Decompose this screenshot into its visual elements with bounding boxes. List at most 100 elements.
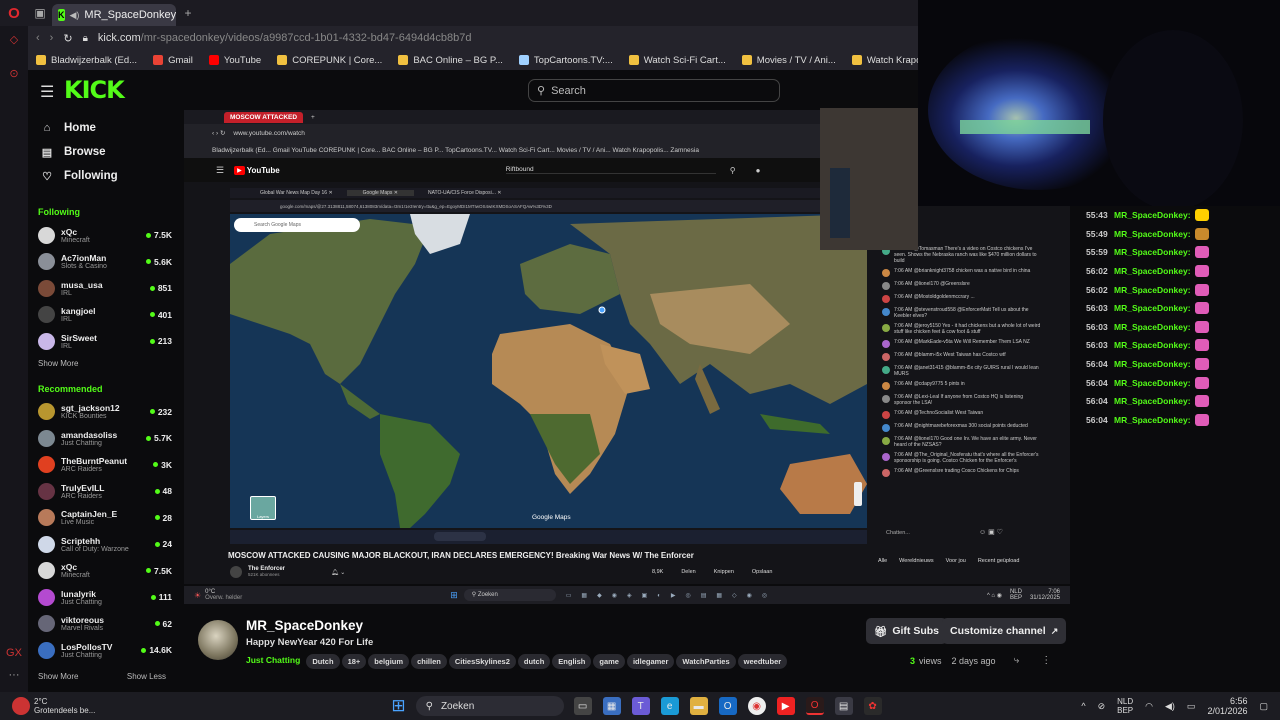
sidebar-channel[interactable]: xQc Minecraft 7.5K (28, 222, 184, 249)
browser-tab-active[interactable]: K ◀) MR_SpaceDonkey - W ✕ (52, 4, 176, 26)
chat-username[interactable]: MR_SpaceDonkey: (1114, 322, 1191, 332)
chat-username[interactable]: MR_SpaceDonkey: (1114, 229, 1191, 239)
chat-username[interactable]: MR_SpaceDonkey: (1114, 359, 1191, 369)
tag-chip[interactable]: dutch (517, 654, 551, 669)
bookmark-item[interactable]: Watch Sci-Fi Cart... (628, 55, 726, 66)
file-explorer-icon[interactable]: ▬ (689, 697, 708, 715)
sidebar-nav-browse[interactable]: ▤ Browse (28, 140, 184, 164)
more-options-icon[interactable]: ⋮ (1041, 655, 1051, 666)
lang-code[interactable]: NLD (1117, 697, 1133, 706)
settings-app-icon[interactable]: ✿ (863, 697, 882, 715)
sidebar-channel[interactable]: TheBurntPeanut ARC Raiders 3K (28, 452, 184, 479)
clock-date[interactable]: 2/01/2026 (1207, 706, 1247, 716)
bookmark-item[interactable]: BAC Online – BG P... (398, 55, 503, 66)
bookmark-item[interactable]: Bladwijzerbalk (Ed... (36, 55, 137, 66)
tag-chip[interactable]: CitiesSkylines2 (448, 654, 516, 669)
reload-icon[interactable]: ↻ (63, 32, 72, 45)
chat-username[interactable]: MR_SpaceDonkey: (1114, 210, 1191, 220)
tag-chip[interactable]: Dutch (306, 654, 340, 669)
bookmark-item[interactable]: YouTube (208, 55, 261, 66)
chat-username[interactable]: MR_SpaceDonkey: (1114, 396, 1191, 406)
chrome-icon[interactable]: ◉ (747, 697, 766, 715)
show-more-following[interactable]: Show More (38, 359, 78, 368)
tag-chip[interactable]: 18+ (341, 654, 367, 669)
chat-username[interactable]: MR_SpaceDonkey: (1114, 303, 1191, 313)
tag-chip[interactable]: belgium (368, 654, 410, 669)
weather-icon[interactable] (12, 697, 30, 715)
clock-time[interactable]: 6:56 (1230, 696, 1248, 706)
youtube-app-icon[interactable]: ▶ (776, 697, 795, 715)
avatar (882, 437, 890, 445)
keyboard-layout[interactable]: BEP (1117, 706, 1133, 715)
rail-bookmark-icon[interactable]: ◇ (0, 26, 28, 52)
bookmark-item[interactable]: Gmail (153, 55, 193, 66)
channel-avatar[interactable] (198, 620, 238, 660)
opera-logo-icon[interactable]: O (0, 0, 28, 26)
chat-username[interactable]: MR_SpaceDonkey: (1114, 340, 1191, 350)
chat-username[interactable]: MR_SpaceDonkey: (1114, 266, 1191, 276)
tray-network-icon[interactable]: ⊘ (1098, 701, 1106, 712)
viewers-value: 7.5K (154, 565, 172, 576)
sidebar-channel[interactable]: amandasoliss Just Chatting 5.7K (28, 425, 184, 452)
tab-menu-icon[interactable]: ▣ (28, 0, 52, 26)
search-input[interactable]: ⚲ Search (528, 79, 780, 102)
windows-start-icon[interactable]: ⊞ (391, 696, 405, 716)
show-more-recommended[interactable]: Show More (38, 672, 78, 681)
taskbar-search[interactable]: ⚲ Zoeken (415, 696, 564, 716)
sidebar-channel[interactable]: lunalyrik Just Chatting 111 (28, 584, 184, 611)
bookmark-favicon-icon (398, 55, 409, 65)
bookmark-item[interactable]: Movies / TV / Ani... (741, 55, 836, 66)
outlook-icon[interactable]: O (718, 697, 737, 715)
tag-chip[interactable]: idlegamer (626, 654, 675, 669)
show-less-recommended[interactable]: Show Less (127, 672, 166, 681)
sidebar-channel[interactable]: SirSweet IRL 213 (28, 328, 184, 355)
chat-username[interactable]: MR_SpaceDonkey: (1114, 378, 1191, 388)
sidebar-channel[interactable]: kangjoel IRL 401 (28, 302, 184, 329)
share-icon[interactable]: ⤷ (1014, 655, 1020, 666)
customize-channel-button[interactable]: Customize channel ↗ (942, 618, 1067, 644)
sidebar-channel[interactable]: xQc Minecraft 7.5K (28, 558, 184, 585)
menu-icon[interactable]: ☰ (40, 82, 54, 102)
kick-logo[interactable]: KICK (64, 76, 125, 104)
battery-icon[interactable]: ▭ (1187, 701, 1196, 712)
teams-icon[interactable]: T (631, 697, 650, 715)
store-icon[interactable]: ▦ (602, 697, 621, 715)
chat-username[interactable]: MR_SpaceDonkey: (1114, 247, 1191, 257)
edge-icon[interactable]: e (660, 697, 679, 715)
sidebar-channel[interactable]: musa_usa IRL 851 (28, 275, 184, 302)
bookmark-item[interactable]: COREPUNK | Core... (277, 55, 382, 66)
rail-history-icon[interactable]: ⊙ (0, 60, 28, 86)
calculator-icon[interactable]: ▤ (834, 697, 853, 715)
forward-icon[interactable]: › (50, 32, 54, 44)
task-view-icon[interactable]: ▭ (573, 697, 592, 715)
url-field[interactable]: kick.com/mr-spacedonkey/videos/a9987ccd-… (98, 32, 472, 44)
bookmark-item[interactable]: TopCartoons.TV:... (518, 55, 613, 66)
sidebar-channel[interactable]: sgt_jackson12 KICK Bounties 232 (28, 399, 184, 426)
sidebar-channel[interactable]: Scriptehh Call of Duty: Warzone 24 (28, 531, 184, 558)
tray-chevron-icon[interactable]: ^ (1081, 701, 1085, 711)
sidebar-channel[interactable]: Ac7ionMan Slots & Casino 5.6K (28, 249, 184, 276)
chat-username[interactable]: MR_SpaceDonkey: (1114, 415, 1191, 425)
gift-subs-button[interactable]: 🎁︎ Gift Subs (866, 618, 948, 644)
channel-name[interactable]: MR_SpaceDonkey (246, 618, 363, 633)
category-link[interactable]: Just Chatting (246, 655, 300, 665)
tag-chip[interactable]: weedtuber (737, 654, 788, 669)
back-icon[interactable]: ‹ (36, 32, 40, 44)
opera-gx-icon[interactable]: O (805, 697, 824, 715)
tag-chip[interactable]: game (593, 654, 625, 669)
sidebar-nav-home[interactable]: ⌂ Home (28, 116, 184, 140)
sidebar-channel[interactable]: LosPollosTV Just Chatting 14.6K (28, 637, 184, 664)
tag-chip[interactable]: English (552, 654, 592, 669)
notifications-icon[interactable]: ▢ (1259, 701, 1268, 712)
tag-chip[interactable]: chillen (411, 654, 447, 669)
volume-icon[interactable]: ◀) (1165, 701, 1175, 712)
sidebar-channel[interactable]: viktoreous Marvel Rivals 62 (28, 611, 184, 638)
sidebar-channel[interactable]: TrulyEvILL ARC Raiders 48 (28, 478, 184, 505)
sidebar-channel[interactable]: CaptainJen_E Live Music 28 (28, 505, 184, 532)
sidebar-nav-following[interactable]: ♡ Following (28, 164, 184, 188)
tag-chip[interactable]: WatchParties (676, 654, 736, 669)
chat-username[interactable]: MR_SpaceDonkey: (1114, 285, 1191, 295)
new-tab-icon[interactable]: + (176, 0, 200, 26)
rail-more-icon[interactable]: ··· (0, 662, 28, 688)
wifi-icon[interactable]: ◠ (1145, 701, 1153, 712)
